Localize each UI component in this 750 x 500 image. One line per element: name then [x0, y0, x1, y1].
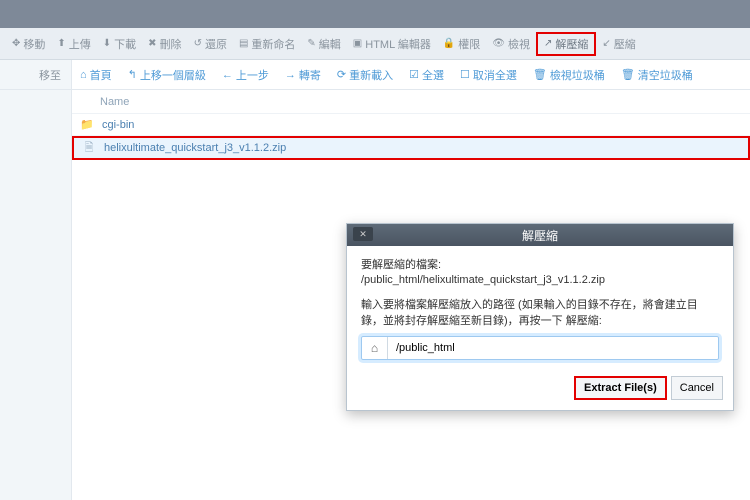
trash-icon: 🗑: [533, 68, 547, 81]
label: 移動: [23, 36, 45, 52]
lock-icon: 🔒: [443, 38, 455, 49]
check-icon: ☑: [409, 68, 419, 81]
label: 下載: [114, 36, 136, 52]
label: 全選: [422, 67, 444, 83]
back-link[interactable]: ←上一步: [214, 60, 277, 89]
download-button[interactable]: ⬇下載: [97, 32, 142, 56]
download-icon: ⬇: [103, 38, 111, 49]
back-icon: ←: [222, 69, 233, 81]
upload-button[interactable]: ⬆ 上傳: [51, 32, 96, 56]
delete-button[interactable]: ✖ 刪除: [142, 32, 187, 56]
moveto-label: 移至: [0, 60, 72, 89]
table-row[interactable]: 📁 cgi-bin: [72, 114, 750, 136]
rename-icon: ▤: [239, 38, 248, 49]
deselect-all-link[interactable]: ☐取消全選: [452, 60, 525, 89]
path-input[interactable]: [388, 338, 718, 358]
table-row[interactable]: 🗎 helixultimate_quickstart_j3_v1.1.2.zip: [72, 136, 750, 160]
dialog-titlebar[interactable]: ✕ 解壓縮: [347, 224, 733, 246]
file-name: helixultimate_quickstart_j3_v1.1.2.zip: [104, 142, 286, 154]
up-level-link[interactable]: ↰上移一個層級: [120, 60, 214, 89]
empty-trash-link[interactable]: 🗑清空垃圾桶: [613, 60, 701, 89]
dialog-footer: Extract File(s) Cancel: [347, 370, 733, 410]
label: 編輯: [319, 36, 341, 52]
close-icon[interactable]: ✕: [353, 227, 373, 241]
html-editor-button[interactable]: ▣HTML 編輯器: [347, 32, 437, 56]
file-path: /public_html/helixultimate_quickstart_j3…: [361, 274, 719, 286]
compress-button[interactable]: ↙ 壓縮: [596, 32, 641, 56]
extract-files-button[interactable]: Extract File(s): [574, 376, 667, 400]
file-name: cgi-bin: [102, 119, 134, 131]
restore-icon: ↺: [194, 38, 202, 49]
column-header-name[interactable]: Name: [72, 90, 750, 114]
trash-icon: 🗑: [621, 68, 635, 81]
edit-icon: ✎: [307, 38, 315, 49]
label: 檢視: [508, 36, 530, 52]
label: 壓縮: [614, 36, 636, 52]
instruction-text: 輸入要將檔案解壓縮放入的路徑 (如果輸入的目錄不存在，將會建立目錄，並將封存解壓…: [361, 296, 719, 328]
label: 刪除: [160, 36, 182, 52]
rename-button[interactable]: ▤重新命名: [233, 32, 301, 56]
label: 檢視垃圾桶: [550, 67, 605, 83]
label: 重新載入: [349, 67, 393, 83]
file-icon: 🗎: [82, 139, 96, 158]
path-input-group: ⌂: [361, 336, 719, 360]
extract-dialog: ✕ 解壓縮 要解壓縮的檔案: /public_html/helixultimat…: [346, 223, 734, 411]
label: 清空垃圾桶: [638, 67, 693, 83]
window-titlebar: [0, 0, 750, 28]
label: 上一步: [236, 67, 269, 83]
extract-icon: ↗: [544, 38, 552, 49]
reload-icon: ⟳: [337, 68, 346, 81]
forward-icon: →: [285, 69, 296, 81]
eye-icon: 👁: [492, 38, 505, 49]
label: 重新命名: [251, 36, 295, 52]
cancel-button[interactable]: Cancel: [671, 376, 723, 400]
label: 還原: [205, 36, 227, 52]
upload-icon: ⬆: [57, 38, 65, 49]
move-button[interactable]: ✥移動: [6, 32, 51, 56]
permissions-button[interactable]: 🔒權限: [437, 32, 486, 56]
label: HTML 編輯器: [365, 36, 431, 52]
home-icon[interactable]: ⌂: [362, 337, 388, 359]
move-icon: ✥: [12, 38, 20, 49]
prompt-line: 要解壓縮的檔案:: [361, 256, 719, 272]
label: 轉寄: [299, 67, 321, 83]
home-link[interactable]: ⌂首頁: [72, 60, 120, 89]
home-icon: ⌂: [80, 69, 87, 81]
restore-button[interactable]: ↺還原: [188, 32, 233, 56]
label: 上移一個層級: [140, 67, 206, 83]
html-icon: ▣: [353, 38, 362, 49]
delete-icon: ✖: [148, 38, 156, 49]
reload-link[interactable]: ⟳重新載入: [329, 60, 401, 89]
folder-icon: 📁: [80, 118, 94, 131]
dialog-body: 要解壓縮的檔案: /public_html/helixultimate_quic…: [347, 246, 733, 370]
label: 上傳: [69, 36, 91, 52]
uncheck-icon: ☐: [460, 68, 470, 81]
extract-button[interactable]: ↗解壓縮: [536, 32, 596, 56]
label: 解壓縮: [555, 36, 588, 52]
compress-icon: ↙: [602, 38, 610, 49]
label: 取消全選: [473, 67, 517, 83]
select-all-link[interactable]: ☑全選: [401, 60, 452, 89]
view-trash-link[interactable]: 🗑檢視垃圾桶: [525, 60, 613, 89]
up-icon: ↰: [128, 68, 137, 81]
main-toolbar: ✥移動 ⬆上傳 ⬇下載 ✖刪除 ↺還原 ▤重新命名 ✎編輯 ▣HTML 編輯器 …: [0, 28, 750, 60]
edit-button[interactable]: ✎ 編輯: [301, 32, 346, 56]
view-button[interactable]: 👁檢視: [486, 32, 536, 56]
dialog-title: 解壓縮: [522, 227, 558, 244]
navigation-bar: 移至 ⌂首頁 ↰上移一個層級 ←上一步 →轉寄 ⟳重新載入 ☑全選 ☐取消全選 …: [0, 60, 750, 90]
label: 首頁: [90, 67, 112, 83]
label: 權限: [458, 36, 480, 52]
sidebar: [0, 90, 72, 500]
forward-link[interactable]: →轉寄: [277, 60, 329, 89]
